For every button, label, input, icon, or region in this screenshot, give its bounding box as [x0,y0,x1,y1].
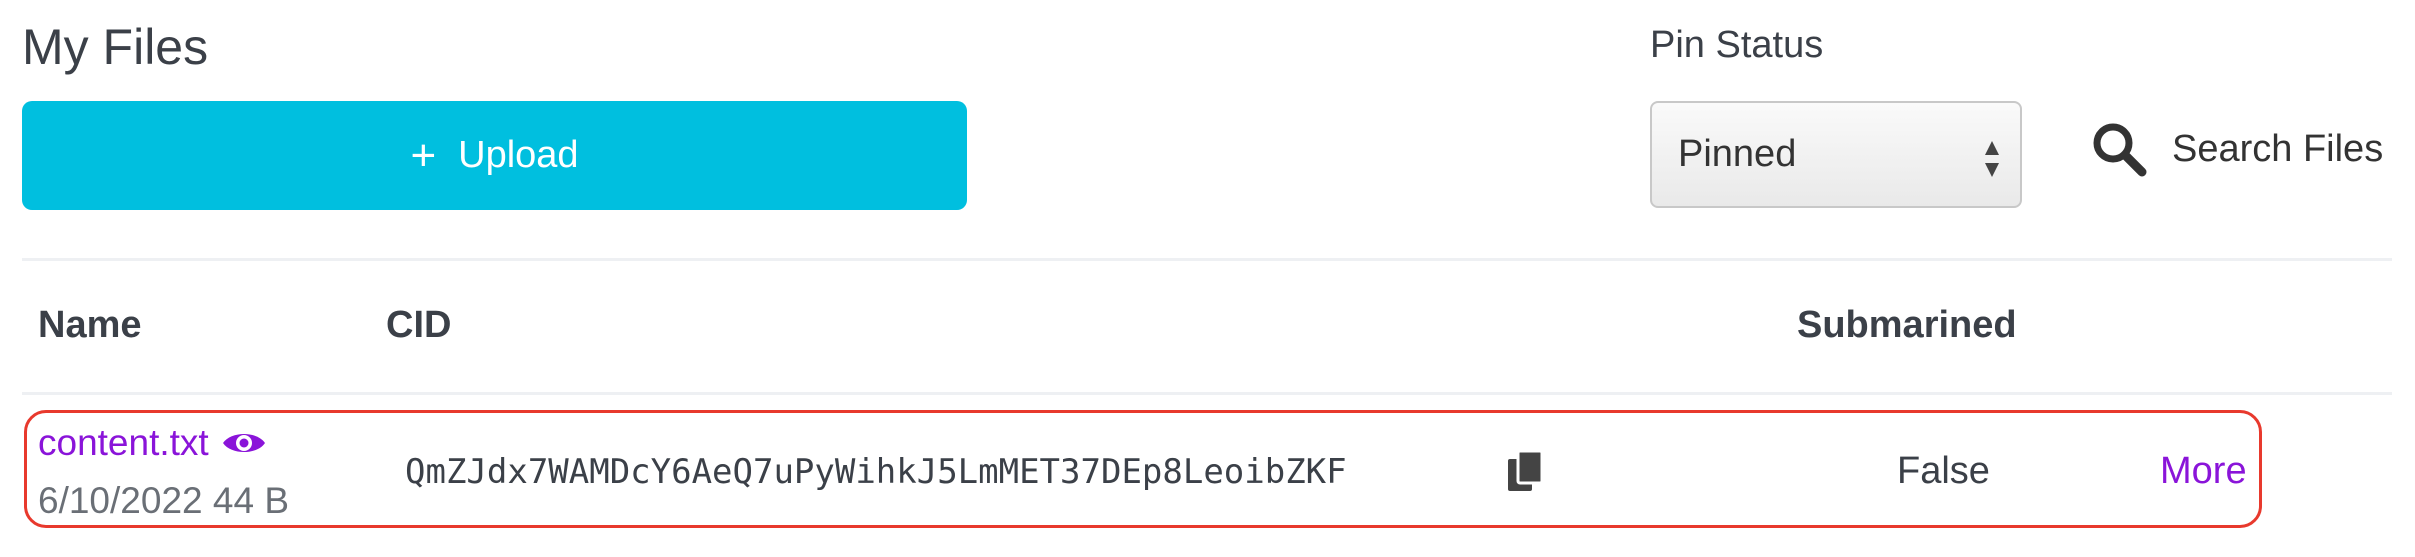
file-date: 6/10/2022 [38,480,203,521]
page-title: My Files [22,19,209,75]
column-header-name: Name [38,304,142,346]
column-header-cid: CID [386,304,452,346]
file-cid: QmZJdx7WAMDcY6AeQ7uPyWihkJ5LmMET37DEp8Le… [405,452,1347,492]
pin-status-select[interactable]: Pinned [1650,101,2022,208]
file-name: content.txt [38,422,209,463]
pin-status-value: Pinned [1678,133,1797,175]
search-files-label: Search Files [2172,127,2384,170]
search-files[interactable]: Search Files [2090,120,2383,178]
eye-icon[interactable] [221,428,267,458]
upload-button[interactable]: + Upload [22,101,967,210]
pin-status-label: Pin Status [1650,24,1824,66]
search-icon [2093,123,2147,177]
select-arrows-icon [1985,141,1999,177]
upload-button-label: Upload [458,134,579,176]
file-size: 44 B [212,480,290,521]
copy-icon[interactable] [1506,449,1546,493]
file-name-link[interactable]: content.txt [38,422,267,464]
submarined-value: False [1897,450,1990,492]
column-header-submarined: Submarined [1797,304,2017,346]
header-divider [22,392,2392,395]
file-meta: 6/10/2022 44 B [38,480,289,522]
divider [22,258,2392,261]
more-link[interactable]: More [2160,450,2247,493]
plus-icon: + [410,130,437,180]
